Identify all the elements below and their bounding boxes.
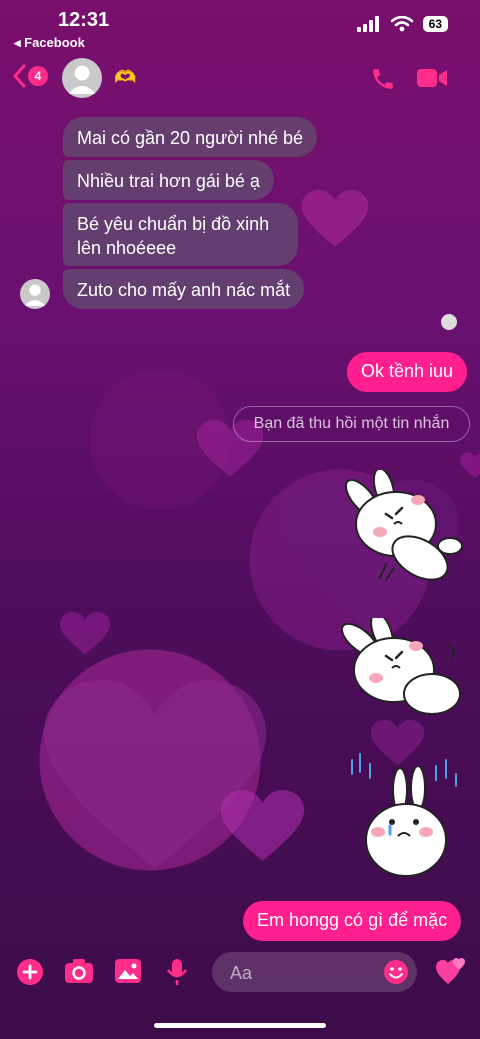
chevron-left-icon: [13, 64, 26, 88]
microphone-icon[interactable]: [166, 958, 188, 986]
sender-avatar[interactable]: [20, 279, 50, 309]
back-to-facebook-link[interactable]: ◂ Facebook: [14, 35, 85, 51]
background-heart: [60, 612, 110, 655]
recalled-message-notice[interactable]: Bạn đã thu hồi một tin nhắn: [233, 406, 470, 442]
bunny-sticker[interactable]: [340, 470, 468, 588]
status-bar: 12:31 ◂ Facebook 63: [0, 0, 480, 52]
incoming-message[interactable]: Zuto cho mấy anh nác mắt: [63, 269, 305, 309]
home-indicator: [154, 1023, 326, 1028]
unread-badge: 4: [28, 66, 48, 86]
status-time: 12:31: [58, 9, 110, 31]
outgoing-message[interactable]: Em hongg có gì để mặc: [243, 901, 462, 941]
signal-icon: [356, 16, 379, 32]
emoji-icon[interactable]: [383, 959, 409, 985]
battery-indicator: 63: [422, 16, 448, 32]
incoming-message[interactable]: Nhiều trai hơn gái bé ạ: [63, 160, 274, 200]
background-heart: [301, 190, 369, 247]
contact-name-emoji[interactable]: 🫶: [114, 67, 136, 88]
status-icons: 63: [356, 16, 448, 32]
composer-bar: [0, 950, 480, 996]
video-call-icon[interactable]: [416, 66, 448, 90]
crying-bunny-sticker[interactable]: [340, 750, 465, 885]
chat-header: 4 🫶: [0, 56, 480, 100]
message-input[interactable]: [228, 952, 382, 994]
contact-avatar[interactable]: [62, 58, 102, 98]
bunny-sticker[interactable]: [340, 618, 465, 728]
camera-icon[interactable]: [64, 958, 94, 984]
outgoing-message[interactable]: Ok tềnh iuu: [347, 352, 468, 392]
person-icon: [68, 65, 96, 94]
person-icon: [24, 284, 46, 306]
image-icon[interactable]: [114, 958, 142, 984]
hearts-reaction-icon[interactable]: [436, 956, 466, 986]
message-input-box[interactable]: [212, 952, 417, 994]
wifi-icon: [390, 16, 413, 32]
back-button[interactable]: 4: [12, 64, 48, 88]
incoming-message[interactable]: Mai có gần 20 người nhé bé: [63, 117, 318, 157]
background-heart: [220, 790, 305, 861]
plus-icon[interactable]: [16, 958, 44, 986]
phone-icon[interactable]: [370, 66, 396, 92]
seen-avatar: [441, 314, 457, 330]
incoming-message[interactable]: Bé yêu chuẩn bị đồ xinh lên nhoéeee: [63, 203, 298, 266]
